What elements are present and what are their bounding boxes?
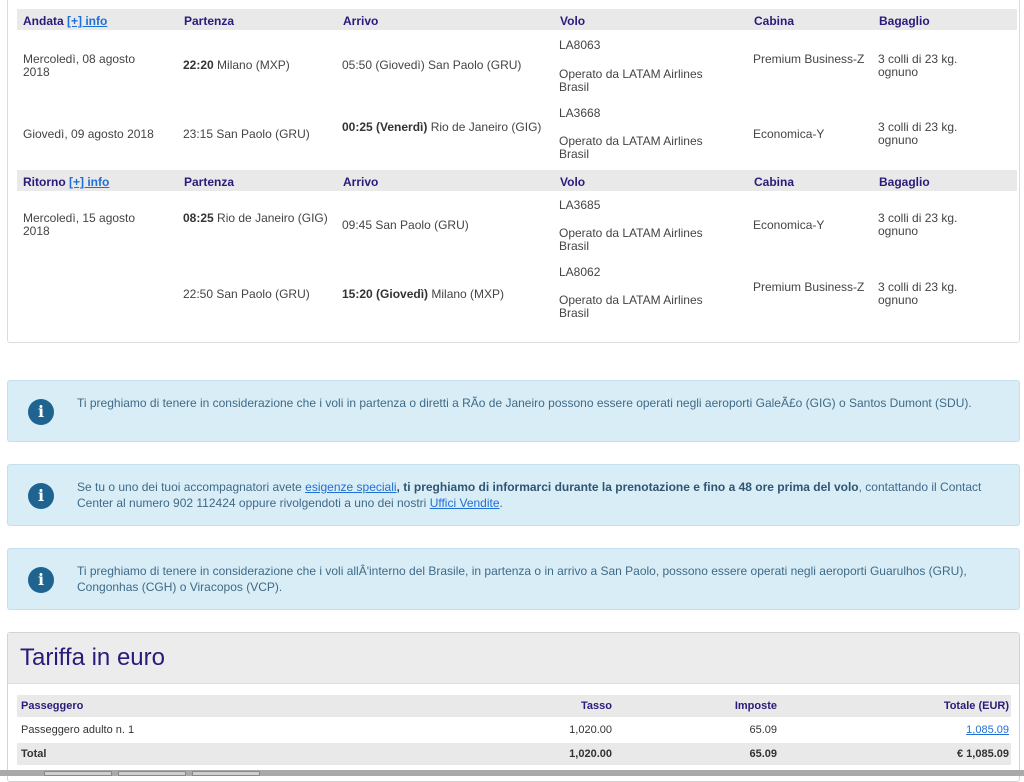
flight-departure: 22:20 Milano (MXP) (183, 59, 290, 72)
special-needs-link[interactable]: esigenze speciali (305, 480, 396, 494)
return-section-label: Ritorno [+] info (23, 175, 109, 189)
itinerary-card: Andata [+] info Partenza Arrivo Volo Cab… (7, 0, 1020, 343)
col-rate: Tasso (581, 700, 612, 712)
info-icon: i (28, 483, 54, 509)
flight-arrival: 15:20 (Giovedì) Milano (MXP) (342, 288, 504, 301)
notice-special-needs: i Se tu o uno dei tuoi accompagnatori av… (7, 464, 1020, 526)
sales-offices-link[interactable]: Uffici Vendite (430, 496, 500, 510)
col-departure: Partenza (184, 175, 235, 189)
flight-arrival: 00:25 (Venerdì) Rio de Janeiro (GIG) (342, 121, 542, 134)
fare-title: Tariffa in euro (20, 644, 165, 671)
notice-text-part: Se tu o uno dei tuoi accompagnatori avet… (77, 480, 306, 494)
table-row: Passeggero adulto n. 1 1,020.00 65.09 1,… (17, 719, 1011, 741)
total-label: Total (21, 748, 47, 760)
departure-time: 22:20 (183, 58, 214, 72)
col-cabin: Cabina (754, 14, 795, 28)
fare-section: Tariffa in euro Passeggero Tasso Imposte… (7, 632, 1020, 782)
flight-number: LA8062 (559, 265, 601, 279)
arrival-time: 15:20 (Giovedì) (342, 287, 429, 301)
col-passenger: Passeggero (21, 700, 84, 712)
taskbar-button[interactable] (118, 771, 186, 776)
col-total: Totale (EUR) (943, 700, 1009, 712)
flight-number: LA8063 (559, 38, 601, 52)
taskbar (0, 770, 1024, 776)
baggage-allowance: 3 colli di 23 kg. ognuno (878, 52, 958, 79)
outbound-info-link[interactable]: [+] info (67, 14, 107, 28)
flight-number: LA3685 (559, 198, 601, 212)
fare-header: Tariffa in euro (8, 633, 1019, 684)
return-info-link[interactable]: [+] info (69, 175, 109, 189)
departure-place: Milano (MXP) (217, 58, 290, 72)
return-header-row: Ritorno [+] info Partenza Arrivo Volo Ca… (17, 170, 1017, 191)
col-arrival: Arrivo (343, 14, 379, 28)
departure-time: 08:25 (183, 211, 214, 225)
outbound-header-row: Andata [+] info Partenza Arrivo Volo Cab… (17, 9, 1017, 30)
cabin-class: Economica-Y (753, 127, 825, 141)
col-flight: Volo (560, 175, 586, 189)
flight-departure: 22:50 San Paolo (GRU) (183, 287, 310, 301)
notice-brazil-airports: i Ti preghiamo di tenere in considerazio… (7, 548, 1020, 610)
col-taxes: Imposte (734, 700, 777, 712)
operated-by: Operato da LATAM Airlines Brasil (559, 67, 703, 94)
col-baggage: Bagaglio (879, 175, 930, 189)
return-title: Ritorno (23, 175, 66, 189)
outbound-title: Andata (23, 14, 64, 28)
info-icon: i (28, 567, 54, 593)
taskbar-button[interactable] (44, 771, 112, 776)
fare-total-row: Total 1,020.00 65.09 € 1,085.09 (17, 743, 1011, 765)
passenger-taxes: 65.09 (749, 724, 777, 736)
col-cabin: Cabina (754, 175, 795, 189)
total-taxes: 65.09 (749, 748, 777, 760)
notice-text: Ti preghiamo di tenere in considerazione… (77, 564, 967, 594)
total-rate: 1,020.00 (569, 748, 612, 760)
baggage-allowance: 3 colli di 23 kg. ognuno (878, 280, 958, 307)
baggage-allowance: 3 colli di 23 kg. ognuno (878, 211, 958, 238)
flight-departure: 23:15 San Paolo (GRU) (183, 127, 310, 141)
col-arrival: Arrivo (343, 175, 379, 189)
flight-date: Mercoledì, 15 agosto 2018 (23, 211, 136, 238)
fare-table-header: Passeggero Tasso Imposte Totale (EUR) (17, 695, 1011, 717)
cabin-class: Premium Business-Z (753, 280, 865, 294)
notice-text: Ti preghiamo di tenere in considerazione… (77, 396, 972, 410)
arrival-place: Rio de Janeiro (GIG) (430, 120, 542, 134)
col-baggage: Bagaglio (879, 14, 930, 28)
flight-number: LA3668 (559, 106, 601, 120)
baggage-allowance: 3 colli di 23 kg. ognuno (878, 120, 958, 147)
col-flight: Volo (560, 14, 586, 28)
cabin-class: Premium Business-Z (753, 52, 865, 66)
flight-date: Giovedì, 09 agosto 2018 (23, 127, 154, 141)
passenger-name: Passeggero adulto n. 1 (21, 724, 135, 736)
flight-arrival: 05:50 (Giovedì) San Paolo (GRU) (342, 58, 522, 72)
flight-date: Mercoledì, 08 agosto 2018 (23, 52, 136, 79)
departure-place: Rio de Janeiro (GIG) (217, 211, 328, 225)
taskbar-button[interactable] (192, 771, 260, 776)
col-departure: Partenza (184, 14, 235, 28)
operated-by: Operato da LATAM Airlines Brasil (559, 226, 703, 253)
operated-by: Operato da LATAM Airlines Brasil (559, 293, 703, 320)
notice-text-part: . (499, 496, 503, 510)
passenger-rate: 1,020.00 (569, 724, 612, 736)
passenger-total-link[interactable]: 1,085.09 (966, 724, 1009, 736)
notice-text: Se tu o uno dei tuoi accompagnatori avet… (77, 479, 997, 511)
operated-by: Operato da LATAM Airlines Brasil (559, 134, 703, 161)
arrival-time: 00:25 (Venerdì) (342, 120, 428, 134)
grand-total: € 1,085.09 (957, 748, 1009, 760)
flight-departure: 08:25 Rio de Janeiro (GIG) (183, 212, 328, 225)
notice-rio-airports: i Ti preghiamo di tenere in considerazio… (7, 380, 1020, 442)
notice-bold-text: , ti preghiamo di informarci durante la … (396, 480, 859, 494)
cabin-class: Economica-Y (753, 218, 825, 232)
arrival-place: Milano (MXP) (431, 287, 505, 301)
info-icon: i (28, 399, 54, 425)
outbound-section-label: Andata [+] info (23, 14, 107, 28)
flight-arrival: 09:45 San Paolo (GRU) (342, 218, 469, 232)
